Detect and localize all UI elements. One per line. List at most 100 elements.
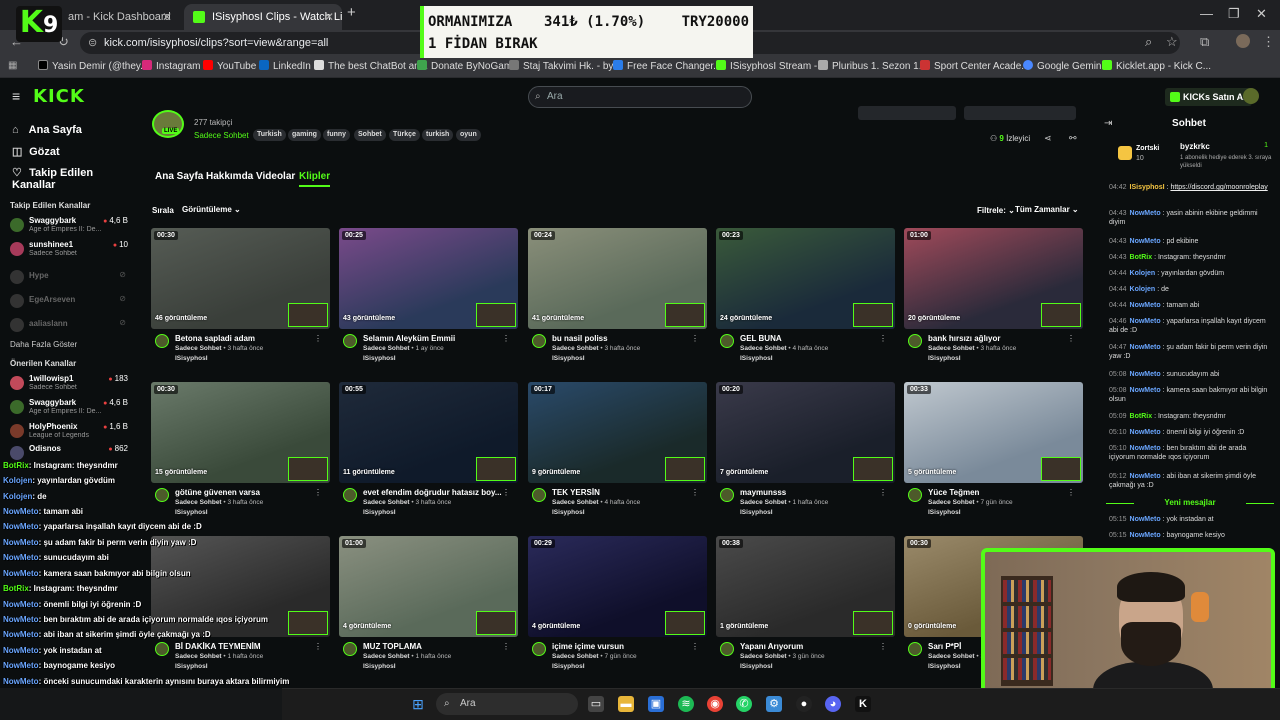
- sidebar-channel[interactable]: SwaggybarkAge of Empires II: De...4,6 B: [10, 216, 128, 238]
- clip-author[interactable]: ISisyphosI: [928, 663, 961, 670]
- clip-thumbnail[interactable]: 00:55 11 görüntüleme: [339, 382, 518, 483]
- tag[interactable]: Türkçe: [389, 129, 420, 141]
- top-action-button[interactable]: [964, 106, 1076, 120]
- menu-dots-icon[interactable]: ⋮: [1262, 34, 1275, 50]
- bookmark-pluribus[interactable]: Pluribus 1. Sezon 1...: [818, 60, 927, 72]
- chat-username[interactable]: NowMeto: [1130, 344, 1161, 351]
- whatsapp-icon[interactable]: ✆: [736, 696, 752, 712]
- sidebar-channel[interactable]: sunshinee1Sadece Sohbet10: [10, 240, 128, 262]
- avatar[interactable]: [908, 642, 922, 656]
- chat-username[interactable]: Kolojen: [1130, 286, 1156, 293]
- clip-thumbnail[interactable]: 00:29 4 görüntüleme: [528, 536, 707, 637]
- avatar[interactable]: [343, 488, 357, 502]
- site-info-icon[interactable]: ⊜: [88, 32, 97, 54]
- chat-username[interactable]: Kolojen: [1130, 270, 1156, 277]
- clip-thumbnail[interactable]: 00:33 5 görüntüleme: [904, 382, 1083, 483]
- nav-browse[interactable]: ◫ Gözat: [12, 145, 60, 158]
- show-more-link[interactable]: Daha Fazla Göster: [10, 340, 77, 349]
- clip-author[interactable]: ISisyphosI: [740, 509, 773, 516]
- chat-username[interactable]: NowMeto: [1130, 445, 1161, 452]
- tab-home[interactable]: Ana Sayfa: [155, 171, 203, 182]
- clip-thumbnail[interactable]: 00:25 43 görüntüleme: [339, 228, 518, 329]
- bookmark-face-changer[interactable]: Free Face Changer...: [613, 60, 722, 72]
- clip-card[interactable]: 00:24 41 görüntüleme bu nasil poliss Sadece…: [528, 228, 707, 368]
- clip-card[interactable]: 01:00 20 görüntüleme bank hırsızı ağlıyor S…: [904, 228, 1083, 368]
- clip-thumbnail[interactable]: 01:00 4 görüntüleme: [339, 536, 518, 637]
- bookmark-gemini[interactable]: Google Gemini: [1023, 60, 1104, 72]
- avatar[interactable]: [343, 334, 357, 348]
- clip-author[interactable]: ISisyphosI: [552, 355, 585, 362]
- clip-title[interactable]: maymunsss: [740, 488, 885, 497]
- avatar[interactable]: [720, 334, 734, 348]
- range-dropdown[interactable]: Tüm Zamanlar: [1015, 205, 1079, 214]
- clip-card[interactable]: 00:55 11 görüntüleme evet efendim doğrudur…: [339, 382, 518, 522]
- file-explorer-icon[interactable]: ▬: [618, 696, 634, 712]
- bookmark-linkedin[interactable]: LinkedIn: [259, 60, 311, 72]
- close-tab-icon[interactable]: ✕: [162, 4, 172, 30]
- clip-title[interactable]: Yapanı Arıyorum: [740, 642, 885, 651]
- clip-title[interactable]: bu nasil poliss: [552, 334, 697, 343]
- clip-author[interactable]: ISisyphosI: [363, 663, 396, 670]
- tag[interactable]: turkish: [422, 129, 454, 141]
- chat-username[interactable]: BotRix: [1130, 413, 1153, 420]
- sidebar-channel[interactable]: SwaggybarkAge of Empires II: De...4,6 B: [10, 398, 128, 420]
- avatar[interactable]: [532, 334, 546, 348]
- more-options-icon[interactable]: ⋮: [1067, 334, 1075, 343]
- buy-kicks-button[interactable]: KICKs Satın Al: [1165, 88, 1252, 106]
- clip-title[interactable]: GEL BUNA: [740, 334, 885, 343]
- clip-thumbnail[interactable]: 00:30 15 görüntüleme: [151, 382, 330, 483]
- more-options-icon[interactable]: ⋮: [314, 488, 322, 497]
- sort-dropdown[interactable]: Görüntüleme: [182, 205, 241, 214]
- more-options-icon[interactable]: ⋮: [314, 642, 322, 651]
- clip-card[interactable]: 00:17 9 görüntüleme TEK YERSİN Sadece Sohbe…: [528, 382, 707, 522]
- more-options-icon[interactable]: ⋮: [1067, 488, 1075, 497]
- avatar[interactable]: [720, 642, 734, 656]
- bookmark-bynogame[interactable]: Donate ByNoGame: [417, 60, 518, 72]
- clip-thumbnail[interactable]: 00:30 46 görüntüleme: [151, 228, 330, 329]
- bookmark-sport-center[interactable]: Sport Center Acade...: [920, 60, 1030, 72]
- bookmark-x[interactable]: Yasin Demir (@they...: [38, 60, 148, 72]
- avatar[interactable]: [155, 642, 169, 656]
- more-options-icon[interactable]: ⋮: [502, 334, 510, 343]
- settings-icon[interactable]: ⚙: [766, 696, 782, 712]
- chat-username[interactable]: NowMeto: [1130, 302, 1161, 309]
- clip-thumbnail[interactable]: 00:24 41 görüntüleme: [528, 228, 707, 329]
- tag[interactable]: funny: [323, 129, 351, 141]
- clip-card[interactable]: 00:30 15 görüntüleme götüne güvenen varsa S…: [151, 382, 330, 522]
- clip-author[interactable]: ISisyphosI: [552, 509, 585, 516]
- chat-username[interactable]: NowMeto: [1130, 473, 1161, 480]
- clip-thumbnail[interactable]: 01:00 20 görüntüleme: [904, 228, 1083, 329]
- more-options-icon[interactable]: ⋮: [879, 488, 887, 497]
- clip-title[interactable]: içime içime vursun: [552, 642, 697, 651]
- chat-username[interactable]: NowMeto: [1130, 516, 1161, 523]
- share-icon[interactable]: ⋖: [1044, 133, 1052, 144]
- chat-username[interactable]: NowMeto: [1130, 387, 1161, 394]
- clip-thumbnail[interactable]: 00:38 1 görüntüleme: [716, 536, 895, 637]
- kick-app-icon[interactable]: K: [855, 696, 871, 712]
- gift-sub-button[interactable]: [858, 106, 956, 120]
- obs-icon[interactable]: ●: [796, 696, 812, 712]
- clip-author[interactable]: ISisyphosI: [552, 663, 585, 670]
- chat-username[interactable]: NowMeto: [1130, 429, 1161, 436]
- more-options-icon[interactable]: ⋮: [314, 334, 322, 343]
- clip-card[interactable]: 00:29 4 görüntüleme içime içime vursun Sade…: [528, 536, 707, 676]
- more-options-icon[interactable]: ⋮: [502, 642, 510, 651]
- user-avatar[interactable]: [1243, 88, 1259, 104]
- close-tab-icon[interactable]: ✕: [324, 4, 334, 30]
- kick-logo[interactable]: KICK: [33, 86, 85, 107]
- tab-videos[interactable]: Videolar: [256, 171, 295, 182]
- clip-card[interactable]: 00:38 1 görüntüleme Yapanı Arıyorum Sadece …: [716, 536, 895, 676]
- avatar[interactable]: [532, 642, 546, 656]
- profile-avatar[interactable]: [1236, 34, 1250, 48]
- clip-thumbnail[interactable]: 00:17 9 görüntüleme: [528, 382, 707, 483]
- tag[interactable]: gaming: [288, 129, 321, 141]
- more-options-icon[interactable]: ⋮: [502, 488, 510, 497]
- chat-username[interactable]: NowMeto: [1130, 318, 1161, 325]
- clip-title[interactable]: götüne güvenen varsa: [175, 488, 320, 497]
- clip-author[interactable]: ISisyphosI: [363, 509, 396, 516]
- zoom-icon[interactable]: ⌕: [1145, 34, 1152, 50]
- avatar[interactable]: [155, 488, 169, 502]
- taskbar-search[interactable]: ⌕ Ara: [436, 693, 578, 715]
- clip-title[interactable]: evet efendim doğrudur hatasız boy...: [363, 488, 508, 497]
- spotify-icon[interactable]: ≋: [678, 696, 694, 712]
